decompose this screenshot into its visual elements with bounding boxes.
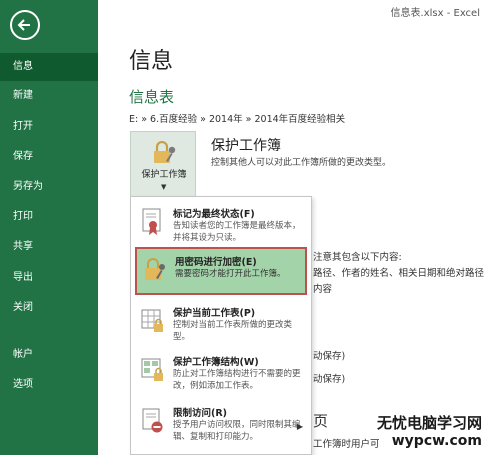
menu-item-title: 保护当前工作表(P) <box>173 308 256 319</box>
watermark-url: wypcw.com <box>391 433 482 449</box>
menu-item-encrypt-password[interactable]: 用密码进行加密(E) 需要密码才能打开此工作簿。 <box>135 247 307 295</box>
watermark: 无忧电脑学习网 wypcw.com <box>377 412 482 449</box>
structure-lock-icon <box>141 358 163 381</box>
menu-item-title: 标记为最终状态(F) <box>173 209 255 220</box>
section-title: 信息表 <box>129 88 175 106</box>
chevron-down-icon: ▼ <box>161 183 167 191</box>
lock-key-icon <box>154 141 176 163</box>
inspect-text-1: 注意其包含以下内容: <box>313 252 402 263</box>
protect-workbook-menu: 标记为最终状态(F) 告知读者您的工作簿是最终版本，并将其设为只读。 用密码进行… <box>130 196 312 455</box>
sidebar-item-new[interactable]: 新建 <box>0 82 98 110</box>
menu-item-description: 控制对当前工作表所做的更改类型。 <box>173 320 293 342</box>
inspect-text-3: 内容 <box>313 284 333 295</box>
menu-item-title: 保护工作簿结构(W) <box>173 357 259 368</box>
protect-heading: 保护工作簿 <box>211 138 281 154</box>
lock-key-icon <box>145 258 165 280</box>
inspect-text-2: 路径、作者的姓名、相关日期和绝对路径 <box>313 268 485 279</box>
back-arrow-icon <box>17 19 30 31</box>
page-title: 信息 <box>129 49 174 74</box>
menu-item-mark-final[interactable]: 标记为最终状态(F) 告知读者您的工作簿是最终版本，并将其设为只读。 <box>135 201 307 249</box>
sidebar-item-print[interactable]: 打印 <box>0 203 98 231</box>
menu-item-title: 限制访问(R) <box>173 408 227 419</box>
backstage-sidebar: 信息 新建 打开 保存 另存为 打印 共享 导出 关闭 帐户 选项 <box>0 0 98 455</box>
sidebar-item-options[interactable]: 选项 <box>0 371 98 399</box>
restrict-access-icon <box>142 408 163 433</box>
menu-item-protect-structure[interactable]: 保护工作簿结构(W) 防止对工作簿结构进行不需要的更改，例如添加工作表。 <box>135 349 307 397</box>
final-ribbon-icon <box>142 208 161 235</box>
protect-workbook-button[interactable]: 保护工作簿 ▼ <box>130 131 196 197</box>
sheet-lock-icon <box>141 309 163 332</box>
protect-description: 控制其他人可以对此工作簿所做的更改类型。 <box>211 158 392 168</box>
menu-item-description: 告知读者您的工作簿是最终版本，并将其设为只读。 <box>173 221 301 243</box>
sidebar-item-export[interactable]: 导出 <box>0 264 98 292</box>
sidebar-item-account[interactable]: 帐户 <box>0 341 98 369</box>
window-title: 信息表.xlsx - Excel <box>390 8 480 19</box>
sidebar-item-save[interactable]: 保存 <box>0 143 98 171</box>
version-text-2: 动保存) <box>313 374 346 385</box>
menu-item-protect-sheet[interactable]: 保护当前工作表(P) 控制对当前工作表所做的更改类型。 <box>135 300 307 348</box>
sidebar-item-info[interactable]: 信息 <box>0 53 98 81</box>
watermark-text: 无忧电脑学习网 <box>376 414 482 432</box>
menu-item-title: 用密码进行加密(E) <box>175 257 257 268</box>
menu-item-description: 需要密码才能打开此工作簿。 <box>175 269 286 279</box>
sidebar-item-open[interactable]: 打开 <box>0 113 98 141</box>
chevron-right-icon: ▶ <box>296 422 303 431</box>
menu-item-restrict-access[interactable]: 限制访问(R) 授予用户访问权限，同时限制其编辑、复制和打印能力。 ▶ <box>135 400 307 448</box>
sidebar-item-save-as[interactable]: 另存为 <box>0 173 98 201</box>
menu-item-description: 授予用户访问权限，同时限制其编辑、复制和打印能力。 <box>173 420 301 442</box>
browser-view-heading: 页 <box>313 412 329 430</box>
sidebar-item-share[interactable]: 共享 <box>0 233 98 261</box>
breadcrumb[interactable]: E: » 6.百度经验 » 2014年 » 2014年百度经验相关 <box>129 111 345 125</box>
sidebar-item-close[interactable]: 关闭 <box>0 294 98 322</box>
browser-view-text: 工作簿时用户可 <box>313 439 380 450</box>
version-text-1: 动保存) <box>313 351 346 362</box>
back-button[interactable] <box>10 10 40 40</box>
protect-button-label: 保护工作簿 <box>141 170 187 180</box>
menu-item-description: 防止对工作簿结构进行不需要的更改，例如添加工作表。 <box>173 369 301 391</box>
